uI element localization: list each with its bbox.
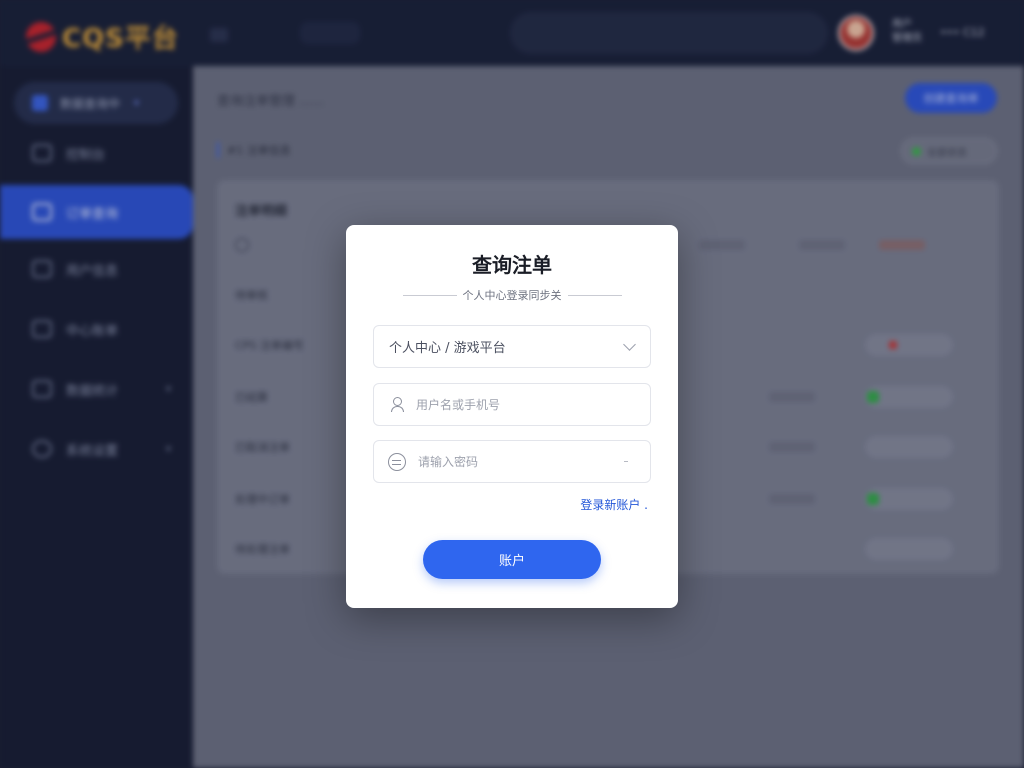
user-icon	[390, 397, 404, 412]
divider	[402, 294, 457, 296]
password-placeholder: 请输入密码	[418, 455, 479, 469]
username-placeholder: 用户名或手机号	[416, 398, 501, 412]
password-toggle-icon[interactable]	[624, 461, 628, 462]
query-modal: 查询注单 个人中心登录同步关 个人中心 / 游戏平台 用户名或手机号 请输入密码…	[346, 225, 678, 608]
modal-title: 查询注单	[472, 253, 552, 277]
username-field[interactable]: 用户名或手机号	[373, 383, 651, 426]
register-link[interactable]: 登录新账户 .	[580, 496, 648, 513]
modal-subtitle: 个人中心登录同步关	[346, 287, 678, 303]
submit-button[interactable]: 账户	[423, 540, 601, 579]
platform-select[interactable]: 个人中心 / 游戏平台	[373, 325, 651, 368]
platform-select-value: 个人中心 / 游戏平台	[389, 341, 506, 356]
modal-subtitle-text: 个人中心登录同步关	[462, 289, 562, 302]
password-field[interactable]: 请输入密码	[373, 440, 651, 483]
lock-icon	[388, 452, 406, 471]
divider	[567, 294, 622, 296]
chevron-down-icon	[623, 338, 636, 351]
